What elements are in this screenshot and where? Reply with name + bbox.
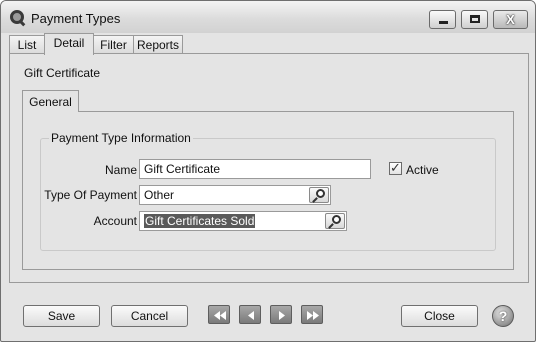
next-record-button[interactable] <box>270 305 292 324</box>
payment-type-information-group: Payment Type Information Name ✓ Active T… <box>40 131 496 251</box>
active-checkbox[interactable]: ✓ <box>389 160 402 175</box>
account-value: Gift Certificates Sold <box>144 214 256 228</box>
type-of-payment-field[interactable]: Other <box>139 185 331 205</box>
group-title: Payment Type Information <box>49 131 193 145</box>
last-record-button[interactable] <box>301 305 323 324</box>
name-label: Name <box>104 163 137 177</box>
search-icon <box>316 189 325 198</box>
search-icon <box>332 215 341 224</box>
minimize-icon <box>439 21 448 24</box>
type-of-payment-label: Type Of Payment <box>44 188 137 202</box>
type-of-payment-value: Other <box>144 188 175 202</box>
first-record-icon <box>214 311 226 320</box>
previous-record-button[interactable] <box>239 305 261 324</box>
tab-reports[interactable]: Reports <box>133 35 183 54</box>
tab-general[interactable]: General <box>22 90 79 112</box>
cancel-button[interactable]: Cancel <box>111 305 188 327</box>
close-icon: X <box>506 12 515 27</box>
tab-list[interactable]: List <box>9 35 45 54</box>
payment-types-window: Payment Types X List Detail Filter Repor… <box>0 0 536 342</box>
first-record-button[interactable] <box>208 305 230 324</box>
close-window-button[interactable]: X <box>493 10 528 29</box>
last-record-icon <box>307 311 319 320</box>
tab-filter[interactable]: Filter <box>93 35 134 54</box>
active-label: Active <box>406 163 439 177</box>
maximize-icon <box>470 15 480 23</box>
type-of-payment-lookup-button[interactable] <box>309 187 329 203</box>
next-record-icon <box>279 311 285 320</box>
general-panel: Payment Type Information Name ✓ Active T… <box>22 111 514 270</box>
help-icon[interactable]: ? <box>492 305 514 327</box>
previous-record-icon <box>248 311 254 320</box>
account-lookup-button[interactable] <box>325 213 345 229</box>
save-button[interactable]: Save <box>23 305 100 327</box>
minimize-button[interactable] <box>429 10 456 29</box>
name-field[interactable] <box>139 159 371 179</box>
account-field[interactable]: Gift Certificates Sold <box>139 211 347 231</box>
account-label: Account <box>93 214 137 228</box>
magnifier-app-icon <box>10 10 24 24</box>
checkmark-icon: ✓ <box>390 160 401 175</box>
window-title: Payment Types <box>31 11 121 26</box>
record-title: Gift Certificate <box>24 66 101 80</box>
detail-panel: Gift Certificate General Payment Type In… <box>9 53 529 283</box>
maximize-button[interactable] <box>461 10 488 29</box>
tab-detail[interactable]: Detail <box>44 33 94 55</box>
title-bar[interactable]: Payment Types X <box>1 1 535 33</box>
close-button[interactable]: Close <box>401 305 478 327</box>
